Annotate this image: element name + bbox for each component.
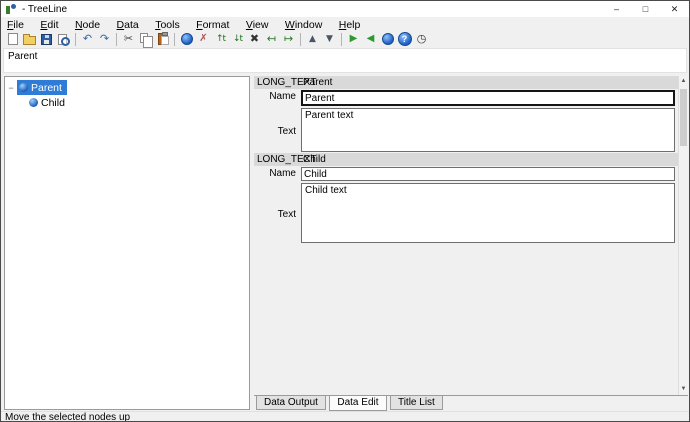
move-up-button[interactable]: ▲ (304, 31, 321, 47)
indent-node-icon: ↦ (284, 31, 293, 47)
configure-button[interactable]: ◷ (413, 31, 430, 47)
unindent-node-button[interactable]: ↤ (263, 31, 280, 47)
tree-expander-icon[interactable]: − (5, 83, 17, 93)
minimize-button[interactable]: – (602, 1, 631, 17)
tab-data-output[interactable]: Data Output (256, 396, 326, 410)
window-controls: – □ ✕ (602, 1, 689, 17)
redo-button[interactable]: ↷ (96, 31, 113, 47)
undo-icon: ↶ (83, 31, 92, 47)
insert-sibling-before-button[interactable]: ↑t (212, 31, 229, 47)
tree-item-label: Child (41, 97, 65, 109)
print-preview-icon (58, 34, 67, 45)
new-file-button[interactable] (4, 31, 21, 47)
insert-sibling-before-icon: ↑t (216, 31, 225, 47)
move-up-icon: ▲ (309, 31, 316, 47)
status-bar: Move the selected nodes up (1, 411, 689, 422)
open-file-button[interactable] (21, 31, 38, 47)
tree-item-label: Parent (31, 82, 62, 94)
tab-data-edit[interactable]: Data Edit (329, 396, 386, 411)
vertical-scrollbar[interactable]: ▲ ▼ (678, 76, 688, 395)
insert-sibling-after-button[interactable]: ↓t (229, 31, 246, 47)
section-header: LONG_TEXT Child (254, 153, 678, 166)
text-field-child[interactable]: Child text (301, 183, 675, 243)
titlebar: - TreeLine – □ ✕ (1, 1, 689, 17)
tree-item-parent[interactable]: Parent (17, 80, 67, 95)
prev-node-icon: ◀ (367, 31, 375, 47)
data-edit-content: LONG_TEXT Parent Name Text Parent text L… (254, 76, 678, 395)
name-field-label: Name (254, 91, 296, 102)
next-node-icon: ▶ (350, 31, 358, 47)
node-icon (19, 83, 28, 92)
name-field-child[interactable] (301, 167, 675, 181)
text-field-parent[interactable]: Parent text (301, 108, 675, 152)
info-icon (382, 33, 394, 45)
new-file-icon (8, 33, 18, 45)
tree-view[interactable]: − Parent Child (4, 76, 250, 410)
current-node-title: Parent (8, 51, 37, 62)
name-field-label: Name (254, 168, 296, 179)
delete-branch-button[interactable]: ✗ (195, 31, 212, 47)
open-file-icon (23, 36, 36, 45)
save-file-icon (41, 34, 52, 45)
text-field-label: Text (254, 209, 296, 220)
data-edit-pane: LONG_TEXT Parent Name Text Parent text L… (254, 76, 688, 395)
name-field-parent[interactable] (301, 90, 675, 106)
print-preview-button[interactable] (55, 31, 72, 47)
tree-row[interactable]: − Parent (5, 80, 249, 95)
breadcrumb: Parent (3, 48, 687, 73)
maximize-button[interactable]: □ (631, 1, 660, 17)
unindent-node-icon: ↤ (267, 31, 276, 47)
help-icon: ? (398, 32, 412, 46)
app-icon-part (6, 6, 10, 14)
scrollbar-thumb[interactable] (680, 89, 687, 146)
section-title: Child (303, 153, 326, 166)
toolbar-separator (300, 33, 301, 46)
info-button[interactable] (379, 31, 396, 47)
indent-node-button[interactable]: ↦ (280, 31, 297, 47)
paste-icon (158, 33, 168, 45)
tree-row[interactable]: Child (5, 95, 249, 110)
view-tabbar: Data Output Data Edit Title List (254, 395, 688, 410)
copy-button[interactable] (137, 31, 154, 47)
close-button[interactable]: ✕ (660, 1, 689, 17)
cut-button[interactable]: ✂ (120, 31, 137, 47)
app-icon-part (11, 4, 16, 9)
section-title: Parent (303, 76, 332, 89)
globe-icon (181, 33, 193, 45)
toolbar: ↶ ↷ ✂ ✗ ↑t ↓t ✖ ↤ ↦ ▲ ▼ ▶ ◀ ? ◷ (1, 30, 689, 48)
save-file-button[interactable] (38, 31, 55, 47)
tab-title-list[interactable]: Title List (390, 396, 443, 410)
insert-sibling-after-icon: ↓t (233, 31, 242, 47)
delete-node-icon: ✖ (250, 31, 259, 47)
copy-icon (140, 33, 148, 43)
paste-button[interactable] (154, 31, 171, 47)
window-title: - TreeLine (22, 4, 67, 15)
redo-icon: ↷ (100, 31, 109, 47)
toolbar-separator (116, 33, 117, 46)
app-window: - TreeLine – □ ✕ File Edit Node Data Too… (0, 0, 690, 422)
scroll-up-icon[interactable]: ▲ (679, 76, 688, 87)
status-text: Move the selected nodes up (5, 412, 130, 422)
undo-button[interactable]: ↶ (79, 31, 96, 47)
delete-branch-icon: ✗ (199, 31, 207, 47)
globe-button[interactable] (178, 31, 195, 47)
delete-node-button[interactable]: ✖ (246, 31, 263, 47)
toolbar-separator (75, 33, 76, 46)
toolbar-separator (341, 33, 342, 46)
menubar: File Edit Node Data Tools Format View Wi… (1, 17, 689, 30)
next-node-button[interactable]: ▶ (345, 31, 362, 47)
section-header: LONG_TEXT Parent (254, 76, 678, 89)
app-icon (6, 4, 17, 15)
prev-node-button[interactable]: ◀ (362, 31, 379, 47)
cut-icon: ✂ (124, 31, 133, 47)
text-field-label: Text (254, 126, 296, 137)
node-icon (29, 98, 38, 107)
tree-item-child[interactable]: Child (27, 95, 70, 110)
stopwatch-icon: ◷ (417, 31, 427, 47)
move-down-icon: ▼ (326, 31, 333, 47)
toolbar-separator (174, 33, 175, 46)
move-down-button[interactable]: ▼ (321, 31, 338, 47)
scroll-down-icon[interactable]: ▼ (679, 384, 688, 395)
help-button[interactable]: ? (396, 31, 413, 47)
